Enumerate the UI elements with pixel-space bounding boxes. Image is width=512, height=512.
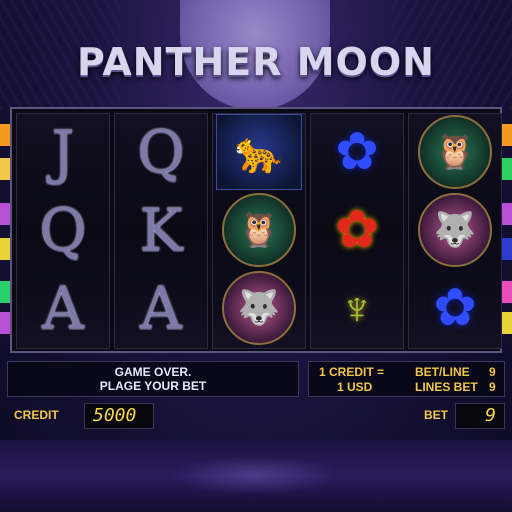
symbol-letter-a: A [42, 274, 84, 342]
payline-marker-left[interactable] [0, 312, 10, 334]
reel-cell: Q [17, 192, 109, 268]
reel-cell: 🦉 [213, 192, 305, 268]
reel-cell: 🐆 [213, 114, 305, 190]
blue-lotus-icon: ✿ [335, 123, 379, 181]
bet-per-line-value: 9 [489, 365, 496, 379]
credit-display: 5000 [84, 403, 154, 429]
message-line-2: PLAGE YOUR BET [99, 379, 207, 393]
reel-cell: ✿ [311, 192, 403, 268]
reel-cell: K [115, 192, 207, 268]
symbol-letter-k: K [139, 196, 183, 264]
reel-cell: 🐺 [409, 192, 501, 268]
message-line-1: GAME OVER. [114, 365, 192, 379]
panther-icon: 🐆 [216, 114, 302, 190]
credit-label: CREDIT [14, 408, 59, 422]
payline-marker-right[interactable] [502, 158, 512, 180]
payline-marker-right[interactable] [502, 312, 512, 334]
reel-2: QKA [114, 113, 208, 349]
payline-marker-right[interactable] [502, 203, 512, 225]
reel-3: 🐆 🦉 🐺 [212, 113, 306, 349]
bet-label: BET [424, 408, 448, 422]
reel-cell: ♆ [311, 270, 403, 346]
owl-icon: 🦉 [222, 193, 296, 267]
payline-marker-left[interactable] [0, 281, 10, 303]
reel-cell: ✿ [409, 270, 501, 346]
bet-display: 9 [455, 403, 505, 429]
payline-marker-left[interactable] [0, 158, 10, 180]
moon-reflection [170, 455, 340, 495]
symbol-letter-q: Q [137, 118, 185, 186]
symbol-letter-j: J [51, 118, 75, 186]
payline-marker-left[interactable] [0, 238, 10, 260]
reels-frame: J Q A Q K A 🐆 🦉 🐺 ✿ ✿ ♆ 🦉 🐺 ✿ [10, 107, 502, 353]
reel-cell: 🦉 [409, 114, 501, 190]
reel-cell: ✿ [311, 114, 403, 190]
owl-icon: 🦉 [418, 115, 492, 189]
symbol-letter-q: Q [39, 196, 87, 264]
reel-cell: A [17, 270, 109, 346]
reel-5: 🦉 🐺 ✿ [408, 113, 502, 349]
blue-lotus-icon: ✿ [433, 279, 477, 337]
message-panel: GAME OVER. PLAGE YOUR BET [7, 361, 299, 397]
payline-marker-right[interactable] [502, 281, 512, 303]
reel-cell: Q [115, 114, 207, 190]
credit-rate-label: 1 CREDIT = [319, 365, 385, 379]
reel-4: ✿ ✿ ♆ [310, 113, 404, 349]
wolf-icon: 🐺 [418, 193, 492, 267]
payline-marker-right[interactable] [502, 238, 512, 260]
red-lotus-icon: ✿ [335, 201, 379, 259]
payline-marker-right[interactable] [502, 124, 512, 146]
lines-bet-value: 9 [489, 380, 496, 394]
bet-per-line-label: BET/LINE [415, 365, 470, 379]
reel-cell: A [115, 270, 207, 346]
payline-marker-left[interactable] [0, 203, 10, 225]
wolf-icon: 🐺 [222, 271, 296, 345]
symbol-letter-a: A [140, 274, 182, 342]
reel-cell: 🐺 [213, 270, 305, 346]
game-title: PANTHER MOON [77, 40, 435, 84]
reel-cell: J [17, 114, 109, 190]
payline-marker-left[interactable] [0, 124, 10, 146]
mask-icon: ♆ [339, 282, 375, 334]
credit-rate-value: 1 USD [337, 380, 373, 394]
bet-info-panel: 1 CREDIT = 1 USD BET/LINE 9 LINES BET 9 [308, 361, 505, 397]
lines-bet-label: LINES BET [415, 380, 478, 394]
reel-1: JQA [16, 113, 110, 349]
